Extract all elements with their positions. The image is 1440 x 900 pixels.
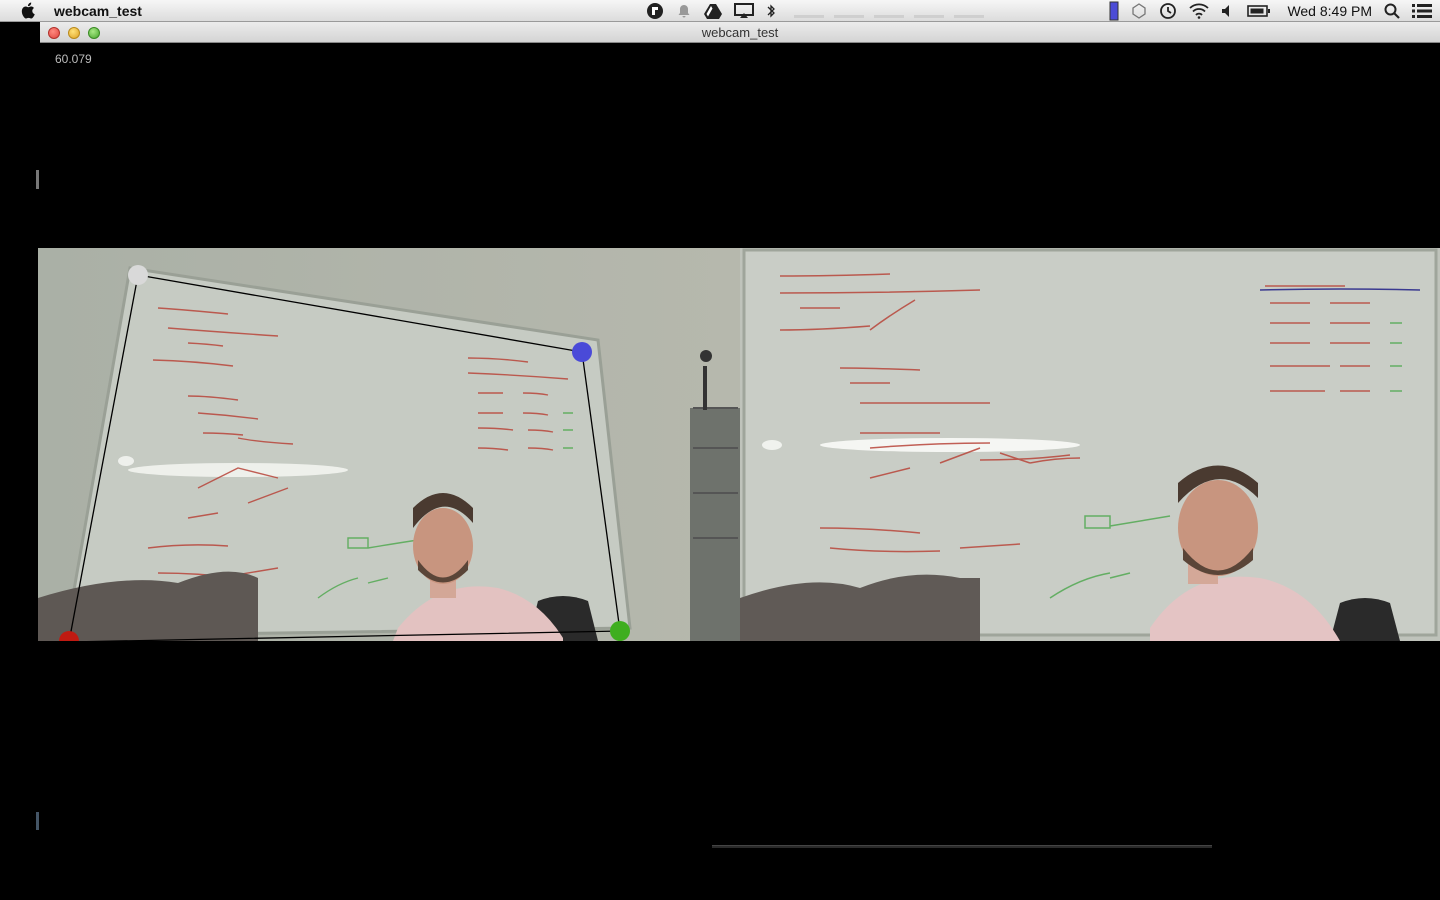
apple-icon[interactable] (18, 2, 36, 20)
camera-feed-warped (740, 248, 1440, 641)
calibration-handle-top-right[interactable] (572, 342, 592, 362)
status-placeholders (794, 5, 984, 18)
bluetooth-icon[interactable] (766, 2, 776, 20)
battery-gauge-icon[interactable] (1109, 1, 1119, 21)
camera-feed-raw[interactable] (38, 248, 740, 641)
notifications-icon[interactable] (676, 2, 692, 20)
app-status-icon[interactable] (1131, 2, 1147, 20)
window-titlebar[interactable]: webcam_test (40, 22, 1440, 43)
status-items-right: Wed 8:49 PM (1109, 0, 1432, 22)
fps-counter: 60.079 (55, 52, 92, 66)
menu-bar: webcam_test Wed 8:49 PM (0, 0, 1440, 22)
evernote-icon[interactable] (646, 2, 664, 20)
notification-center-icon[interactable] (1412, 2, 1432, 20)
drive-icon[interactable] (704, 2, 722, 20)
window-title: webcam_test (701, 25, 779, 40)
status-items-left (646, 0, 984, 22)
bottom-scrollbar[interactable] (712, 845, 1212, 848)
edge-mark (36, 170, 39, 189)
app-menu-title[interactable]: webcam_test (54, 3, 142, 19)
battery-icon[interactable] (1247, 2, 1271, 20)
volume-icon[interactable] (1221, 2, 1235, 20)
airplay-icon[interactable] (734, 2, 754, 20)
wifi-icon[interactable] (1189, 2, 1210, 20)
calibration-handle-bottom-right[interactable] (610, 621, 630, 641)
spotlight-icon[interactable] (1384, 2, 1400, 20)
time-machine-icon[interactable] (1159, 2, 1177, 20)
menu-clock[interactable]: Wed 8:49 PM (1287, 3, 1372, 19)
calibration-handle-top-left[interactable] (128, 265, 148, 285)
edge-mark (36, 812, 39, 830)
